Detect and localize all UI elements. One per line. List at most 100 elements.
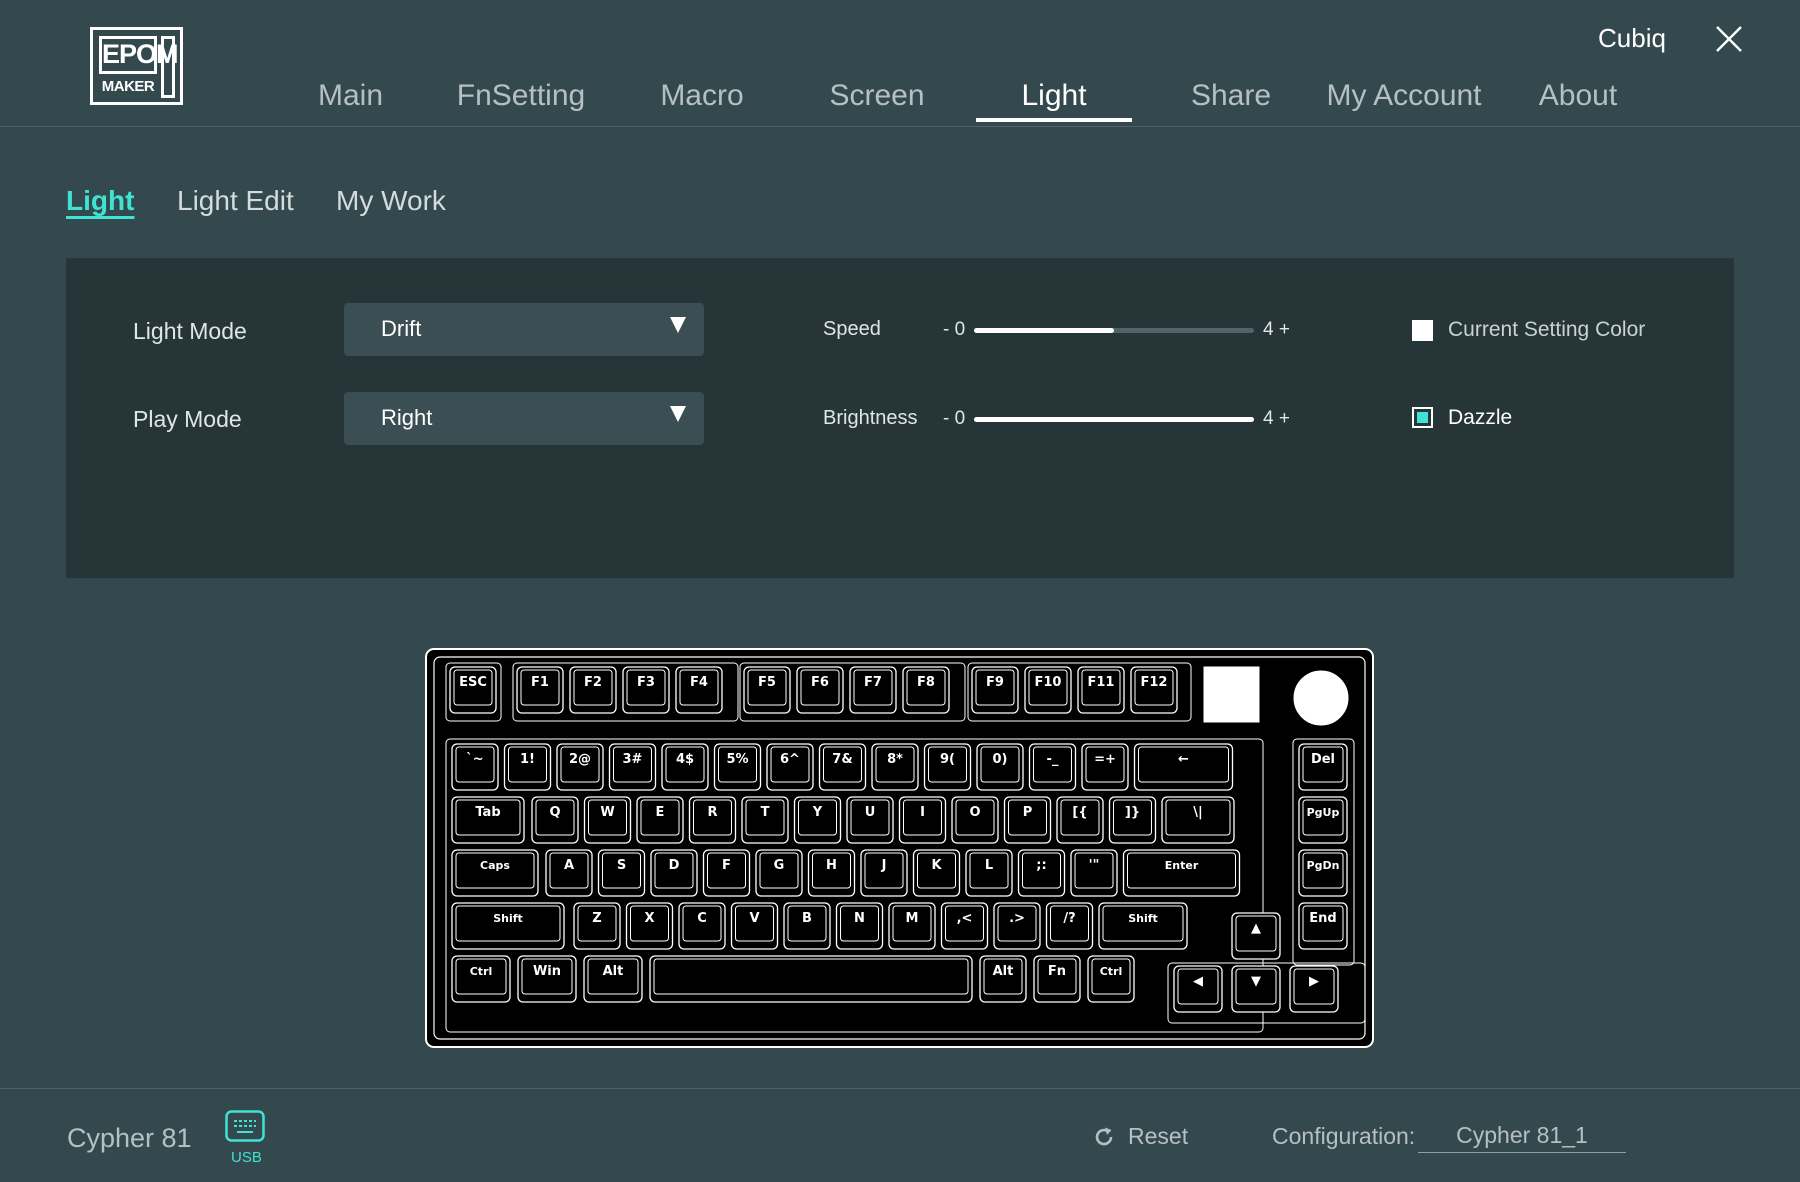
close-icon[interactable] xyxy=(1712,22,1746,56)
key-f12[interactable]: F12 xyxy=(1130,666,1178,714)
nav-tab-share[interactable]: Share xyxy=(1186,74,1276,118)
key-shift[interactable]: Shift xyxy=(1098,902,1188,950)
volume-knob-icon[interactable] xyxy=(1290,667,1352,729)
nav-tab-my-account[interactable]: My Account xyxy=(1324,74,1484,118)
light-mode-dropdown[interactable]: Drift xyxy=(344,303,704,356)
nav-tab-screen[interactable]: Screen xyxy=(822,74,932,118)
key-f2[interactable]: F2 xyxy=(569,666,617,714)
key-symbol[interactable]: ▶ xyxy=(1289,965,1339,1013)
key-f11[interactable]: F11 xyxy=(1077,666,1125,714)
key-pgup[interactable]: PgUp xyxy=(1298,796,1348,844)
key-1[interactable]: 1! xyxy=(503,743,552,791)
key-symbol[interactable]: -_ xyxy=(1028,743,1077,791)
configuration-name-input[interactable] xyxy=(1418,1119,1626,1153)
key-8[interactable]: 8* xyxy=(871,743,919,791)
key-symbol[interactable]: ← xyxy=(1133,743,1234,791)
key-9[interactable]: 9( xyxy=(923,743,972,791)
key-u[interactable]: U xyxy=(846,796,894,844)
speed-slider[interactable] xyxy=(974,328,1254,333)
key-5[interactable]: 5% xyxy=(713,743,762,791)
key-n[interactable]: N xyxy=(835,902,884,950)
nav-tab-about[interactable]: About xyxy=(1530,74,1626,118)
key-3[interactable]: 3# xyxy=(608,743,657,791)
key-symbol[interactable]: ,< xyxy=(940,902,989,950)
key-q[interactable]: Q xyxy=(531,796,579,844)
key-symbol[interactable]: '" xyxy=(1070,849,1118,897)
key-y[interactable]: Y xyxy=(793,796,842,844)
display-screen-square[interactable] xyxy=(1203,666,1260,723)
key-pgdn[interactable]: PgDn xyxy=(1298,849,1348,897)
key-symbol[interactable]: ]} xyxy=(1108,796,1157,844)
key-symbol[interactable]: .> xyxy=(993,902,1041,950)
key-alt[interactable]: Alt xyxy=(979,955,1027,1003)
key-v[interactable]: V xyxy=(730,902,779,950)
key-symbol[interactable]: ▼ xyxy=(1231,965,1281,1013)
key-symbol[interactable]: \| xyxy=(1161,796,1235,844)
key-f6[interactable]: F6 xyxy=(796,666,844,714)
key-k[interactable]: K xyxy=(912,849,961,897)
key-6[interactable]: 6^ xyxy=(766,743,814,791)
key-f7[interactable]: F7 xyxy=(849,666,897,714)
subtab-my-work[interactable]: My Work xyxy=(336,185,446,217)
brightness-increase-button[interactable]: 4 + xyxy=(1263,408,1290,430)
key-o[interactable]: O xyxy=(951,796,999,844)
key-w[interactable]: W xyxy=(583,796,632,844)
subtab-light-edit[interactable]: Light Edit xyxy=(177,185,294,217)
key-symbol[interactable]: /? xyxy=(1045,902,1094,950)
nav-tab-fnsetting[interactable]: FnSetting xyxy=(456,74,586,118)
key-shift[interactable]: Shift xyxy=(451,902,565,950)
key-p[interactable]: P xyxy=(1003,796,1052,844)
key-j[interactable]: J xyxy=(860,849,908,897)
dazzle-checkbox[interactable] xyxy=(1412,407,1433,428)
key-symbol[interactable]: ;: xyxy=(1017,849,1066,897)
speed-increase-button[interactable]: 4 + xyxy=(1263,319,1290,341)
key-z[interactable]: Z xyxy=(573,902,621,950)
key-del[interactable]: Del xyxy=(1298,743,1348,791)
key-ctrl[interactable]: Ctrl xyxy=(1087,955,1135,1003)
brightness-decrease-button[interactable]: - 0 xyxy=(943,408,965,430)
nav-tab-main[interactable]: Main xyxy=(308,74,393,118)
key-l[interactable]: L xyxy=(965,849,1013,897)
key-e[interactable]: E xyxy=(636,796,684,844)
key-f1[interactable]: F1 xyxy=(516,666,564,714)
key-symbol[interactable]: `~ xyxy=(451,743,499,791)
key-f10[interactable]: F10 xyxy=(1024,666,1072,714)
key-x[interactable]: X xyxy=(625,902,674,950)
key-f4[interactable]: F4 xyxy=(675,666,723,714)
key-tab[interactable]: Tab xyxy=(451,796,525,844)
key-symbol[interactable]: ◀ xyxy=(1173,965,1223,1013)
key-caps[interactable]: Caps xyxy=(451,849,539,897)
key-ctrl[interactable]: Ctrl xyxy=(451,955,511,1003)
key-fn[interactable]: Fn xyxy=(1033,955,1081,1003)
subtab-light[interactable]: Light xyxy=(66,185,134,217)
keyboard-preview[interactable]: ESC F1 F2 F3 F4 F5 F6 F7 F8 F9 F10 F11 F12 `~ 1! 2@ 3# 4$… xyxy=(424,647,1375,1049)
key-alt[interactable]: Alt xyxy=(583,955,643,1003)
key-end[interactable]: End xyxy=(1298,902,1348,950)
key-4[interactable]: 4$ xyxy=(661,743,709,791)
key-h[interactable]: H xyxy=(807,849,856,897)
current-setting-color-checkbox[interactable] xyxy=(1412,320,1433,341)
key-symbol[interactable]: ▲ xyxy=(1231,912,1281,960)
key-f[interactable]: F xyxy=(702,849,751,897)
key-c[interactable]: C xyxy=(678,902,726,950)
key-f5[interactable]: F5 xyxy=(743,666,791,714)
key-f3[interactable]: F3 xyxy=(622,666,670,714)
key-0[interactable]: 0) xyxy=(976,743,1024,791)
key-2[interactable]: 2@ xyxy=(556,743,604,791)
key-f9[interactable]: F9 xyxy=(971,666,1019,714)
nav-tab-macro[interactable]: Macro xyxy=(652,74,752,118)
key-7[interactable]: 7& xyxy=(818,743,867,791)
key-t[interactable]: T xyxy=(741,796,789,844)
key-space[interactable] xyxy=(649,955,973,1003)
key-m[interactable]: M xyxy=(888,902,936,950)
key-enter[interactable]: Enter xyxy=(1122,849,1241,897)
key-s[interactable]: S xyxy=(597,849,646,897)
key-i[interactable]: I xyxy=(898,796,947,844)
brightness-slider[interactable] xyxy=(974,417,1254,422)
key-f8[interactable]: F8 xyxy=(902,666,950,714)
device-name[interactable]: Cypher 81 xyxy=(67,1123,192,1154)
key-a[interactable]: A xyxy=(545,849,593,897)
key-esc[interactable]: ESC xyxy=(449,666,497,714)
play-mode-dropdown[interactable]: Right xyxy=(344,392,704,445)
key-symbol[interactable]: [{ xyxy=(1056,796,1104,844)
